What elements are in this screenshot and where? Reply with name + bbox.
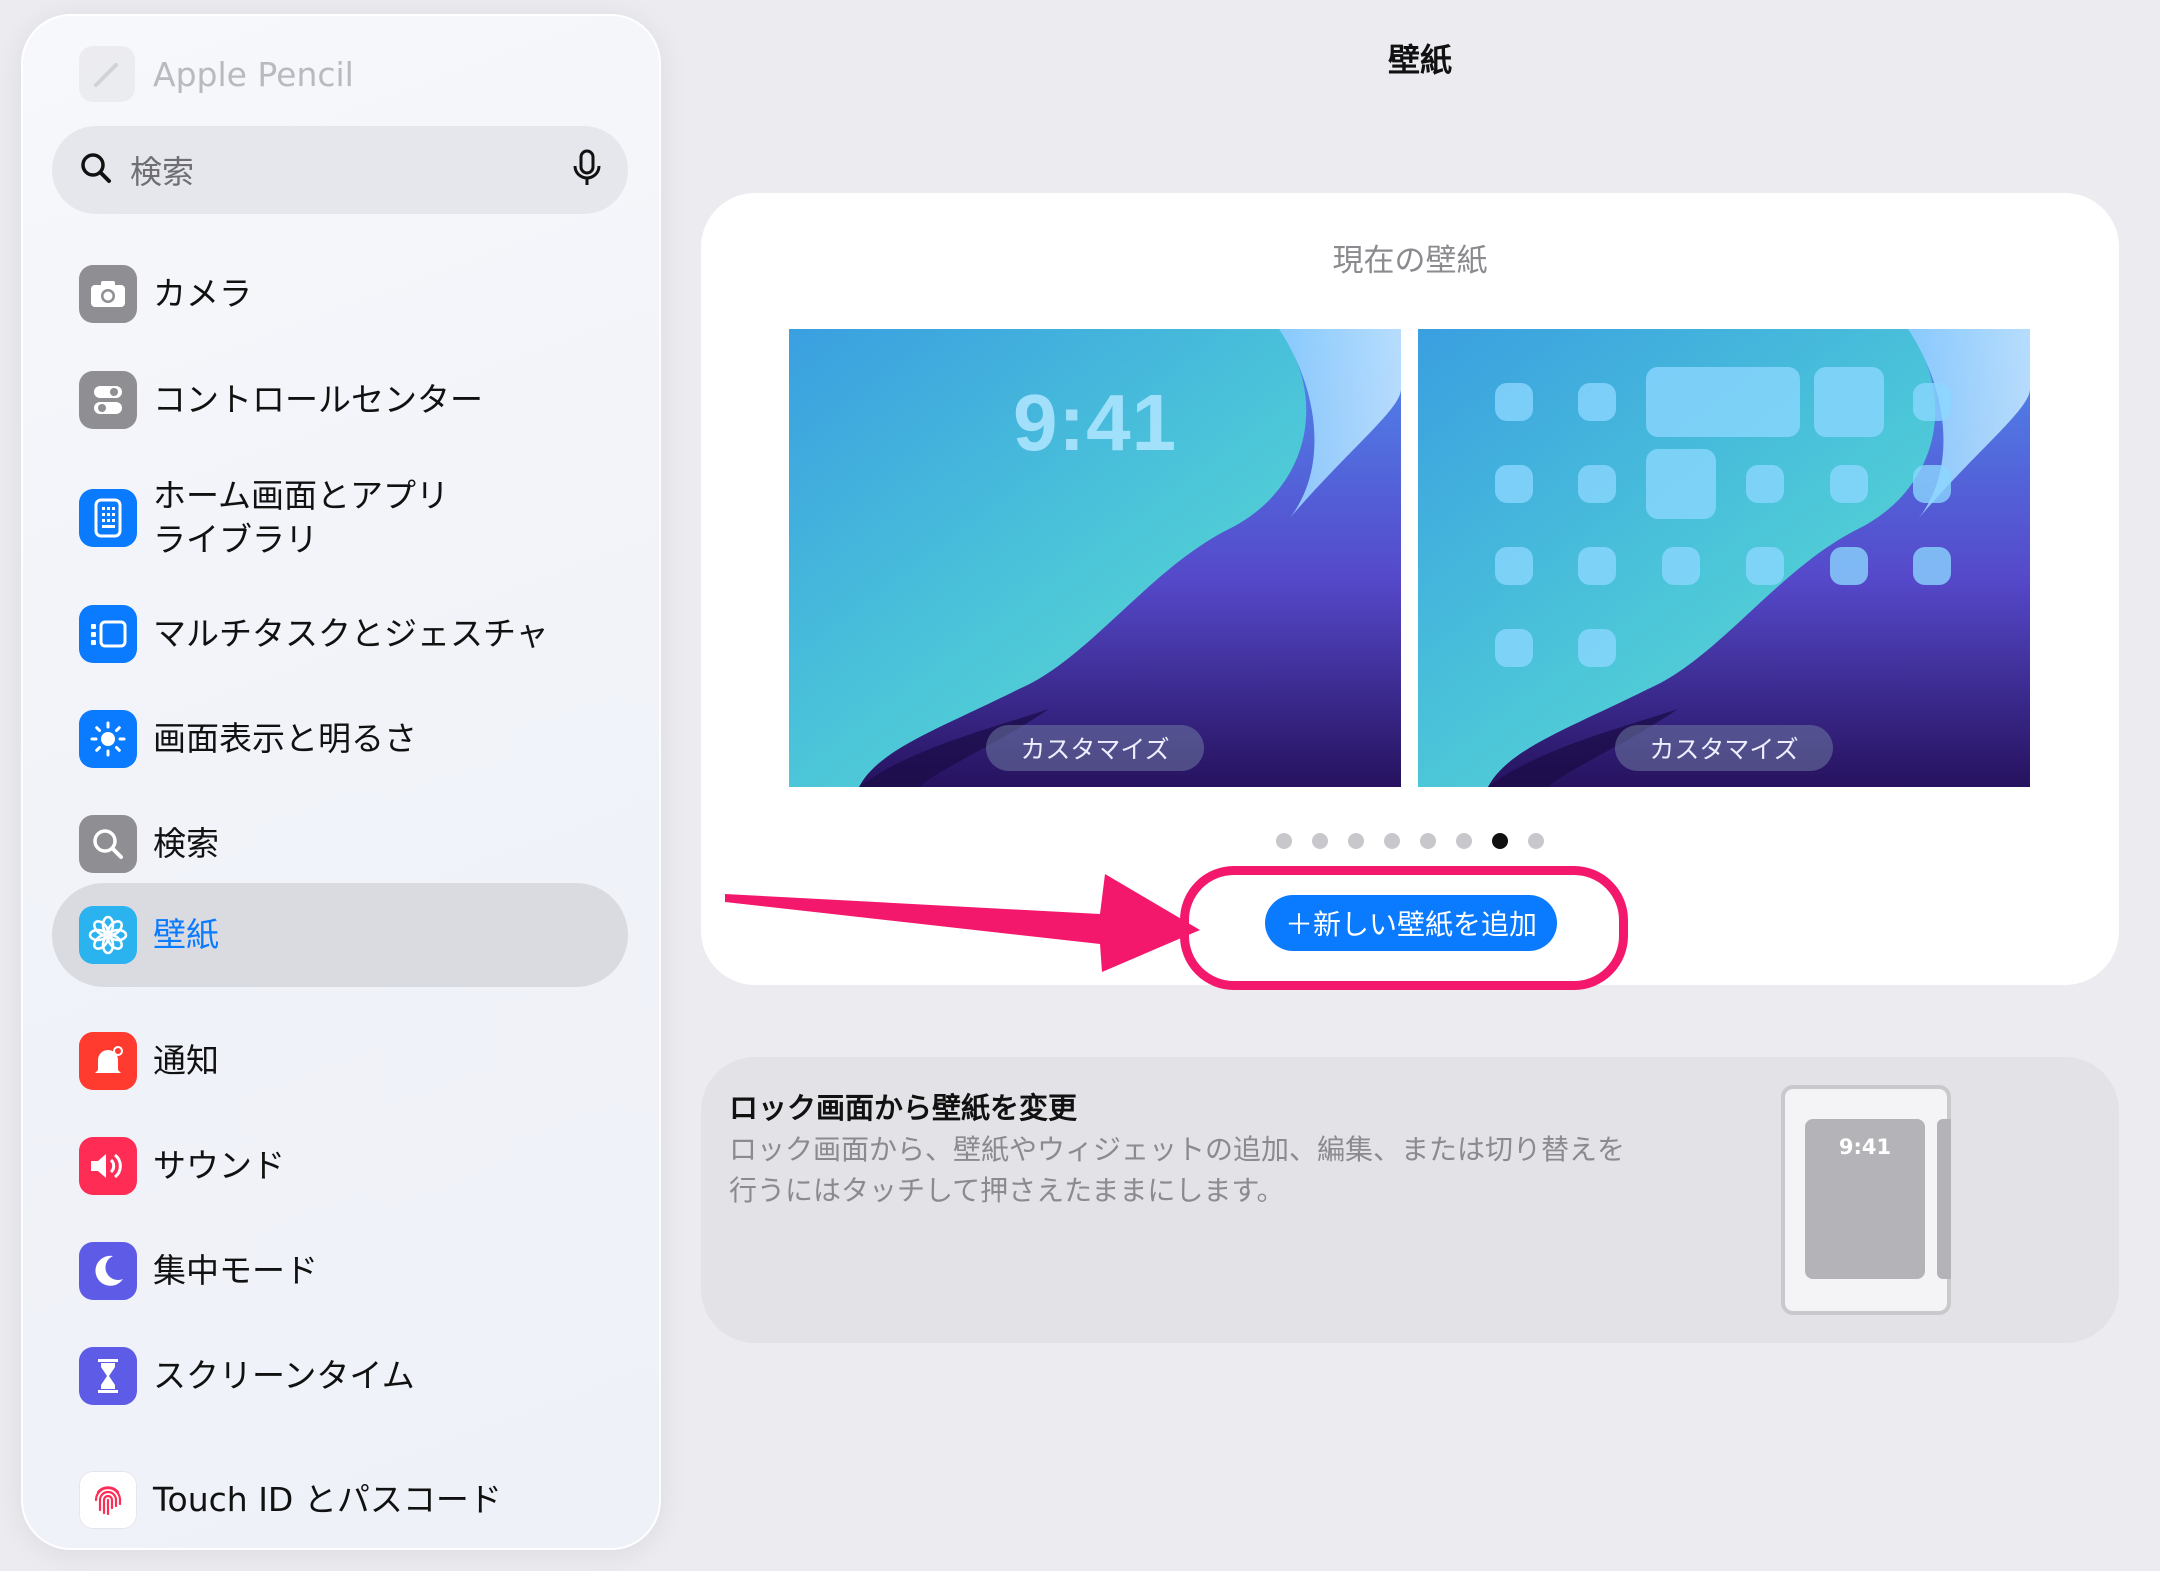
microphone-icon[interactable] [572, 149, 602, 191]
page-dot[interactable] [1384, 833, 1400, 849]
app-icon [1746, 465, 1784, 503]
sidebar-item-screen-time[interactable]: スクリーンタイム [52, 1324, 628, 1428]
page-indicator[interactable] [701, 833, 2119, 849]
page-dot[interactable] [1456, 833, 1472, 849]
hourglass-icon [79, 1347, 137, 1405]
speaker-icon [79, 1137, 137, 1195]
search-input[interactable]: 検索 [52, 126, 628, 214]
sidebar-item-label: スクリーンタイム [153, 1356, 415, 1395]
sidebar-item-label: コントロールセンター [153, 380, 483, 419]
app-icon [1578, 383, 1616, 421]
notification-bell-icon [79, 1032, 137, 1090]
app-icon [1746, 547, 1784, 585]
sidebar-item-label: 集中モード [153, 1251, 318, 1290]
brightness-icon [79, 710, 137, 768]
sidebar-item-control-center[interactable]: コントロールセンター [52, 348, 628, 452]
current-wallpaper-card: 現在の壁紙 9:41 カスタマイズ カスタマイズ ＋新しい壁紙を追加 [701, 193, 2119, 985]
sidebar-item-label: サウンド [153, 1146, 285, 1185]
sidebar-item-label: 通知 [153, 1041, 219, 1080]
app-icon [1578, 465, 1616, 503]
page-dot[interactable] [1312, 833, 1328, 849]
sidebar-item-label: Apple Pencil [153, 54, 354, 94]
wallpaper-flower-icon [79, 906, 137, 964]
app-icon [1495, 629, 1533, 667]
page-title: 壁紙 [1387, 41, 1452, 79]
sidebar-item-label: ホーム画面とアプリ ライブラリ [153, 476, 450, 559]
app-icon [1830, 547, 1868, 585]
sidebar-item-display-brightness[interactable]: 画面表示と明るさ [52, 687, 628, 791]
page-dot[interactable] [1420, 833, 1436, 849]
sidebar-item-sounds[interactable]: サウンド [52, 1114, 628, 1218]
sidebar-item-label: 検索 [153, 824, 219, 863]
widget [1646, 449, 1716, 519]
page-dot-active[interactable] [1492, 833, 1508, 849]
pencil-icon [79, 46, 135, 102]
sidebar-item-search[interactable]: 検索 [52, 792, 628, 896]
app-icon [1495, 383, 1533, 421]
sidebar-item-camera[interactable]: カメラ [52, 242, 628, 346]
app-icon [1578, 547, 1616, 585]
app-icon [1913, 465, 1951, 503]
device-side-panel [1937, 1119, 1951, 1279]
info-title: ロック画面から壁紙を変更 [729, 1091, 1078, 1125]
sidebar-item-notifications[interactable]: 通知 [52, 1009, 628, 1113]
app-icon [1578, 629, 1616, 667]
info-description: ロック画面から、壁紙やウィジェットの追加、編集、または切り替えを行うにはタッチし… [729, 1133, 1626, 1207]
home-screen-preview[interactable]: カスタマイズ [1418, 329, 2030, 787]
current-wallpaper-title: 現在の壁紙 [1332, 243, 1488, 279]
sidebar-item-apple-pencil[interactable]: Apple Pencil [79, 44, 354, 104]
app-icon [1830, 465, 1868, 503]
sidebar-item-wallpaper[interactable]: 壁紙 [52, 883, 628, 987]
multitasking-icon [79, 605, 137, 663]
camera-icon [79, 265, 137, 323]
sidebar-item-label: 画面表示と明るさ [153, 719, 417, 758]
app-icon [1495, 547, 1533, 585]
page-dot[interactable] [1276, 833, 1292, 849]
widget [1814, 367, 1884, 437]
sidebar-item-label: カメラ [153, 274, 252, 313]
widget [1646, 367, 1800, 437]
lock-screen-preview[interactable]: 9:41 カスタマイズ [789, 329, 1401, 787]
search-placeholder: 検索 [130, 153, 195, 191]
app-icon [1913, 383, 1951, 421]
app-icon [1662, 547, 1700, 585]
moon-icon [79, 1242, 137, 1300]
sidebar-item-label: 壁紙 [153, 915, 219, 954]
lock-screen-clock: 9:41 [1012, 378, 1178, 467]
magnifier-icon [78, 150, 114, 190]
sidebar-item-label: Touch ID とパスコード [153, 1480, 502, 1519]
sidebar-item-home-screen[interactable]: ホーム画面とアプリ ライブラリ [52, 460, 628, 576]
lock-screen-info-card: ロック画面から壁紙を変更 ロック画面から、壁紙やウィジェットの追加、編集、または… [701, 1057, 2119, 1343]
page-dot[interactable] [1348, 833, 1364, 849]
home-screen-icon [79, 489, 137, 547]
customize-lock-button[interactable]: カスタマイズ [986, 725, 1204, 771]
add-new-wallpaper-button[interactable]: ＋新しい壁紙を追加 [1265, 895, 1557, 951]
app-icon [1913, 547, 1951, 585]
toggles-icon [79, 371, 137, 429]
sidebar-item-multitasking[interactable]: マルチタスクとジェスチャ [52, 582, 628, 686]
sidebar-item-label: マルチタスクとジェスチャ [153, 614, 549, 653]
customize-home-button[interactable]: カスタマイズ [1615, 725, 1833, 771]
page-dot[interactable] [1528, 833, 1544, 849]
sidebar-item-touch-id[interactable]: Touch ID とパスコード [52, 1448, 628, 1550]
sidebar-item-focus[interactable]: 集中モード [52, 1219, 628, 1323]
app-icon [1495, 465, 1533, 503]
search-icon [79, 815, 137, 873]
sidebar: Apple Pencil 検索 カメラ コントロールセンター ホーム画面とアプリ… [21, 14, 661, 1550]
device-clock: 9:41 [1805, 1119, 1925, 1279]
ipad-illustration: 9:41 [1781, 1085, 1951, 1315]
fingerprint-icon [79, 1471, 137, 1529]
